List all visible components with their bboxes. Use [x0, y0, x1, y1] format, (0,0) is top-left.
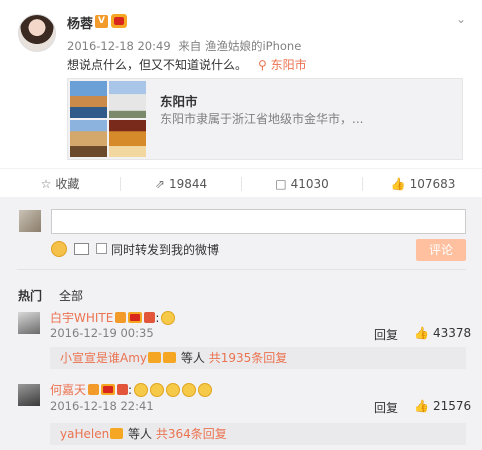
- comment-like-button[interactable]: 👍 43378: [414, 326, 471, 340]
- comment-time: 2016-12-19 00:35: [50, 326, 154, 340]
- subreply-suffix: 等人: [180, 351, 205, 365]
- subreply-suffix: 等人: [128, 427, 153, 441]
- emoji-icon: [166, 383, 181, 397]
- verified-badge-icon: V: [95, 15, 108, 28]
- post-action-bar: ☆ 收藏 ⇗ 19844 □ 41030 👍 107683: [0, 168, 482, 200]
- comment-like-count: 43378: [432, 326, 472, 340]
- location-icon: ⚲: [258, 58, 267, 72]
- fan-badge-icon: [163, 352, 177, 363]
- card-photo: [109, 120, 146, 157]
- divider: [17, 269, 466, 270]
- repost-checkbox-label: 同时转发到我的微博: [111, 243, 220, 257]
- repost-icon: ⇗: [154, 177, 165, 191]
- verified-badge-icon: [115, 312, 127, 323]
- location-card[interactable]: 东阳市 东阳市隶属于浙江省地级市金华市，...: [67, 78, 463, 160]
- location-label: 东阳市: [270, 58, 307, 72]
- star-icon: ☆: [40, 177, 52, 191]
- commenter-name[interactable]: 白宇WHITE: [50, 311, 113, 325]
- tab-hot[interactable]: 热门: [18, 287, 42, 304]
- subreply-user[interactable]: 小宣宣是谁Amy: [60, 351, 147, 365]
- emoji-icon: [198, 383, 213, 397]
- like-button[interactable]: 👍 107683: [363, 169, 482, 199]
- favorite-button[interactable]: ☆ 收藏: [0, 169, 120, 199]
- subreply-more-link[interactable]: 共1935条回复: [209, 351, 288, 365]
- like-count: 107683: [409, 177, 456, 191]
- post-source: 来自 渔渔姑娘的iPhone: [178, 39, 302, 53]
- repost-checkbox[interactable]: [96, 243, 107, 254]
- submit-comment-button[interactable]: 评论: [416, 239, 466, 261]
- image-icon[interactable]: [74, 243, 89, 255]
- comment-count: 41030: [290, 177, 329, 191]
- subreply-summary[interactable]: 小宣宣是谁Amy 等人 共1935条回复: [50, 347, 466, 369]
- comment-time: 2016-12-18 22:41: [50, 399, 154, 413]
- post-meta: 2016-12-18 20:49 来自 渔渔姑娘的iPhone: [67, 38, 301, 54]
- comment-icon: □: [275, 177, 287, 191]
- vip-badge-icon: [148, 352, 162, 363]
- location-card-description: 东阳市隶属于浙江省地级市金华市，...: [160, 112, 364, 126]
- vip-badge-icon[interactable]: [111, 14, 127, 28]
- comment-input[interactable]: [51, 209, 466, 234]
- reply-link[interactable]: 回复: [374, 399, 398, 416]
- comment-like-count: 21576: [432, 399, 472, 413]
- weibo-post: 杨蓉 V ⌄ 2016-12-18 20:49 来自 渔渔姑娘的iPhone 想…: [0, 0, 482, 168]
- post-timestamp[interactable]: 2016-12-18 20:49: [67, 39, 171, 53]
- emoji-icon: [182, 383, 197, 397]
- comment-section: 同时转发到我的微博 评论 热门 全部 白宇WHITE: 2016-12-19 0…: [0, 198, 482, 450]
- author-name[interactable]: 杨蓉: [67, 13, 93, 32]
- fan-badge-icon: [144, 312, 156, 323]
- subreply-more-link[interactable]: 共364条回复: [156, 427, 227, 441]
- commenter-avatar[interactable]: [18, 312, 40, 334]
- location-card-image: [70, 81, 146, 157]
- repost-button[interactable]: ⇗ 19844: [121, 169, 241, 199]
- post-text: 想说点什么，但又不知道说什么。: [67, 58, 248, 72]
- emoji-icon: [134, 383, 149, 397]
- subreply-summary[interactable]: yaHelen 等人 共364条回复: [50, 423, 466, 445]
- emoji-icon: [161, 311, 176, 325]
- commenter-name[interactable]: 何嘉天: [50, 383, 86, 397]
- comment-header: 何嘉天:: [50, 381, 213, 398]
- card-photo: [109, 81, 146, 118]
- reply-link[interactable]: 回复: [374, 326, 398, 343]
- card-photo: [70, 120, 107, 157]
- vip-badge-icon: [128, 312, 143, 323]
- current-user-avatar: [19, 210, 41, 232]
- thumbs-up-icon: 👍: [414, 399, 429, 413]
- location-card-title: 东阳市: [160, 94, 198, 109]
- thumbs-up-icon: 👍: [414, 326, 429, 340]
- tab-all[interactable]: 全部: [59, 287, 83, 304]
- vip-badge-icon: [101, 384, 116, 395]
- emoji-icon: [150, 383, 165, 397]
- thumbs-up-icon: 👍: [390, 177, 406, 191]
- subreply-user[interactable]: yaHelen: [60, 427, 109, 441]
- comment-like-button[interactable]: 👍 21576: [414, 399, 471, 413]
- fan-badge-icon: [117, 384, 129, 395]
- comment-button[interactable]: □ 41030: [242, 169, 362, 200]
- author-avatar[interactable]: [18, 14, 56, 52]
- emoji-icon[interactable]: [51, 241, 67, 257]
- repost-count: 19844: [168, 177, 208, 191]
- favorite-label: 收藏: [55, 177, 80, 191]
- verified-badge-icon: [88, 384, 100, 395]
- comment-header: 白宇WHITE:: [50, 309, 176, 326]
- card-photo: [70, 81, 107, 118]
- location-link[interactable]: ⚲ 东阳市: [258, 56, 307, 73]
- chevron-down-icon[interactable]: ⌄: [456, 12, 466, 26]
- fan-badge-icon: [110, 428, 124, 439]
- commenter-avatar[interactable]: [18, 384, 40, 406]
